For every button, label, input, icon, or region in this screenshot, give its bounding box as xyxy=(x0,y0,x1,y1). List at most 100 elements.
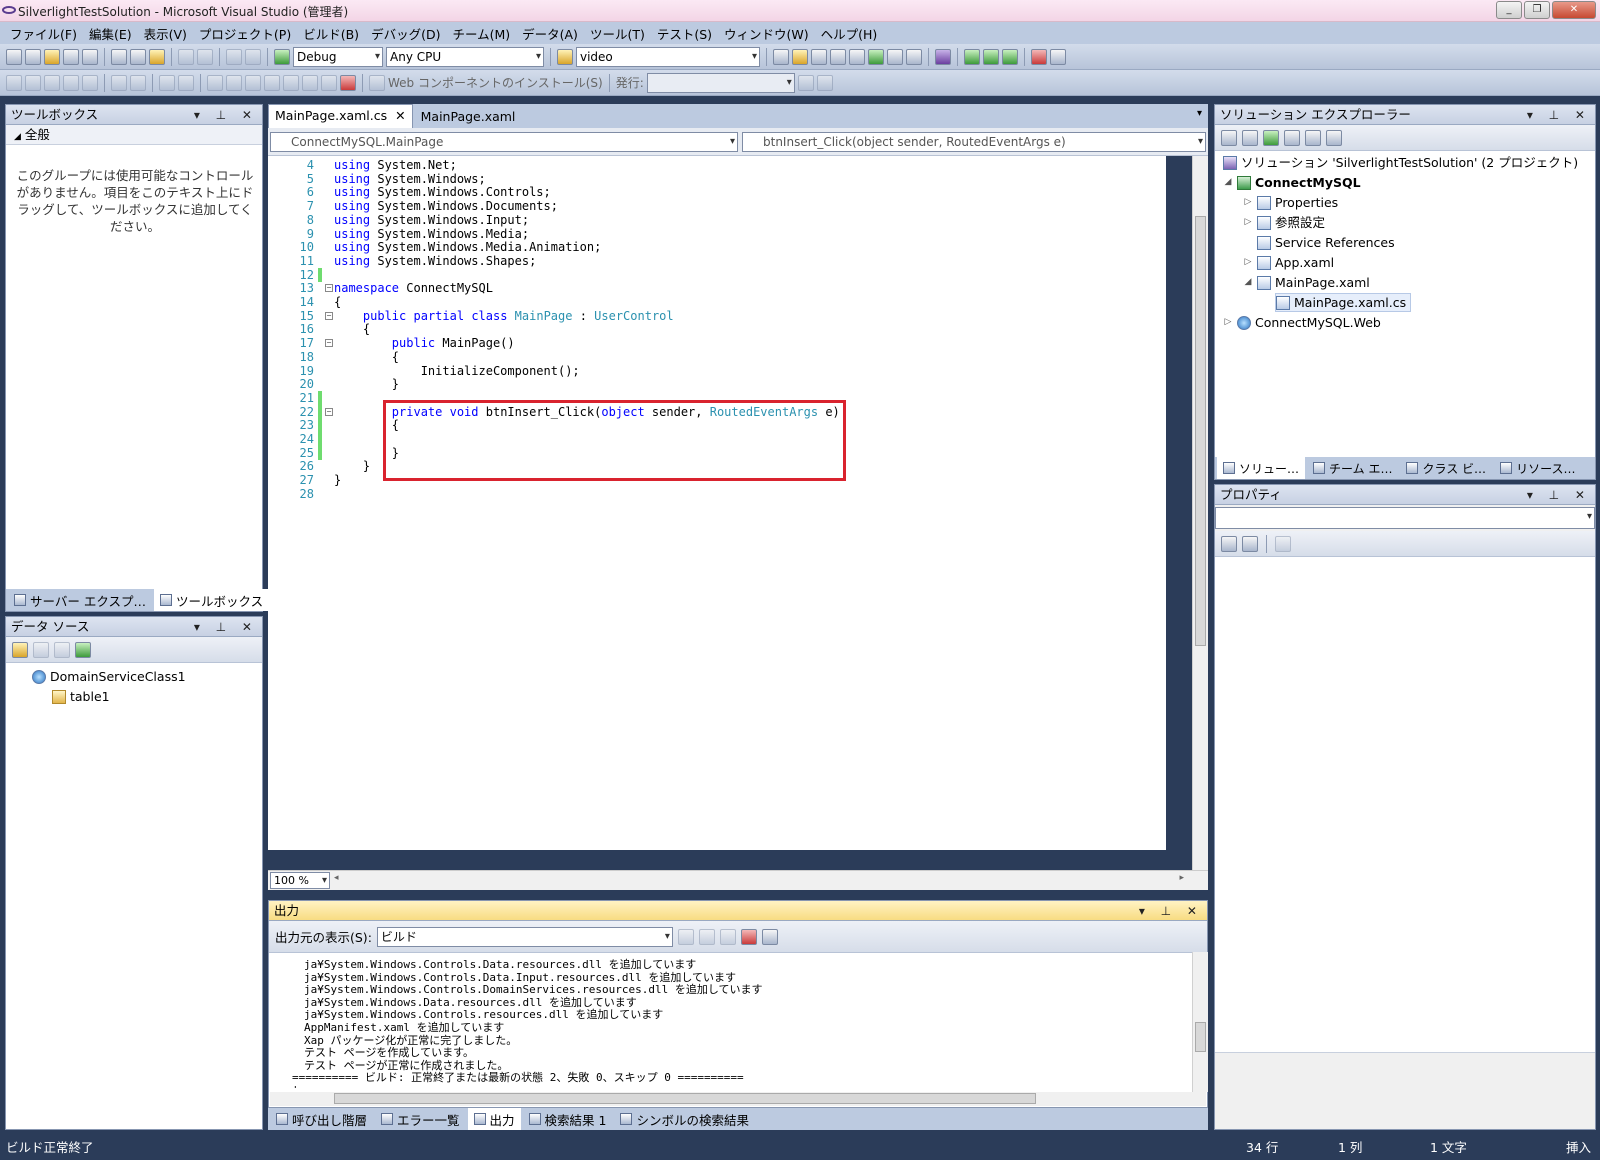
properties-icon[interactable] xyxy=(1221,129,1237,146)
toolbox-icon[interactable] xyxy=(830,48,846,65)
code-line[interactable]: 9 using System.Windows.Media; xyxy=(282,227,1166,241)
publish-web-icon[interactable] xyxy=(797,74,814,91)
tab-list-dropdown-icon[interactable]: ▾ xyxy=(1197,108,1202,119)
panel-controls[interactable]: ▾ ⊥ ✕ xyxy=(194,617,258,637)
navigate-forward-icon[interactable] xyxy=(245,48,261,65)
tab-solution-explorer[interactable]: ソリュー… xyxy=(1217,457,1306,479)
expand-arrow-icon[interactable]: ◢ xyxy=(1223,173,1233,192)
view-designer-icon[interactable] xyxy=(1305,129,1321,146)
refresh-data-icon[interactable] xyxy=(75,641,91,658)
tree-item-connectmysql[interactable]: ◢ ConnectMySQL xyxy=(1223,173,1361,192)
save-all-icon[interactable] xyxy=(82,48,98,65)
open-file-icon[interactable] xyxy=(44,48,60,65)
redo-icon[interactable] xyxy=(197,48,213,65)
tab-class-view[interactable]: クラス ビ… xyxy=(1400,457,1492,479)
menu-test[interactable]: テスト(S) xyxy=(651,24,718,43)
next-bookmark-doc-icon[interactable] xyxy=(321,74,337,91)
code-line[interactable]: 19 InitializeComponent(); xyxy=(282,364,1166,378)
output-vertical-scrollbar[interactable] xyxy=(1192,952,1208,1092)
tab-server-explorer[interactable]: サーバー エクスプ… xyxy=(8,589,152,611)
alphabetical-icon[interactable] xyxy=(1242,535,1258,552)
tools-icon[interactable] xyxy=(849,48,865,65)
code-line[interactable]: 11 using System.Windows.Shapes; xyxy=(282,254,1166,268)
edit-dataset-icon[interactable] xyxy=(33,641,49,658)
minimize-button[interactable]: _ xyxy=(1496,1,1522,19)
code-line[interactable]: 17 − public MainPage() xyxy=(282,336,1166,350)
tab-output[interactable]: 出力 xyxy=(467,1108,521,1130)
tab-resource-view[interactable]: リソース… xyxy=(1494,457,1581,479)
extension-manager-icon[interactable] xyxy=(887,48,903,65)
uncomment-icon[interactable] xyxy=(178,74,194,91)
code-line[interactable]: 28 xyxy=(282,487,1166,501)
code-line[interactable]: 18 { xyxy=(282,350,1166,364)
publish-profile-dropdown[interactable] xyxy=(646,72,795,93)
prev-bookmark-icon[interactable] xyxy=(226,74,242,91)
add-item-icon[interactable] xyxy=(25,48,41,65)
menu-data[interactable]: データ(A) xyxy=(516,24,584,43)
code-line[interactable]: 14 { xyxy=(282,295,1166,309)
tree-item-properties[interactable]: ▷ Properties xyxy=(1243,193,1339,212)
prev-bookmark-folder-icon[interactable] xyxy=(264,74,280,91)
tree-item-app-xaml[interactable]: ▷ App.xaml xyxy=(1243,253,1335,272)
scroll-left-icon[interactable]: ◂ xyxy=(334,873,339,883)
tree-item-connectmysql-web[interactable]: ▷ ConnectMySQL.Web xyxy=(1223,313,1381,332)
outline-collapse-icon[interactable]: − xyxy=(325,284,333,293)
outline-collapse-icon[interactable]: − xyxy=(325,407,333,416)
class-navigation-dropdown[interactable]: ConnectMySQL.MainPage xyxy=(270,132,738,152)
collapse-arrow-icon[interactable]: ▷ xyxy=(1243,193,1253,212)
debug-attach-icon[interactable] xyxy=(1002,48,1018,65)
categorized-icon[interactable] xyxy=(1221,535,1237,552)
menu-view[interactable]: 表示(V) xyxy=(138,24,193,43)
add-data-source-icon[interactable] xyxy=(12,641,28,658)
properties-window-icon[interactable] xyxy=(792,48,808,65)
output-scroll-thumb[interactable] xyxy=(1195,1022,1206,1052)
zoom-dropdown[interactable]: 100 % xyxy=(270,872,330,889)
outline-collapse-icon[interactable]: − xyxy=(325,339,333,348)
output-hscroll-thumb[interactable] xyxy=(334,1093,1036,1104)
comment-out-icon[interactable] xyxy=(159,74,175,91)
code-line[interactable]: 12 xyxy=(282,267,1166,282)
tab-find-results[interactable]: 検索結果 1 xyxy=(523,1108,613,1130)
tree-item-table1[interactable]: table1 xyxy=(52,687,110,706)
save-icon[interactable] xyxy=(63,48,79,65)
tree-item-domain-service[interactable]: DomainServiceClass1 xyxy=(32,667,186,686)
scroll-right-icon[interactable]: ▸ xyxy=(1179,873,1184,883)
menu-tools[interactable]: ツール(T) xyxy=(584,24,651,43)
toggle-word-wrap-icon[interactable] xyxy=(761,928,778,945)
member-navigation-dropdown[interactable]: btnInsert_Click(object sender, RoutedEve… xyxy=(742,132,1206,152)
menu-team[interactable]: チーム(M) xyxy=(446,24,516,43)
close-tab-icon[interactable]: ✕ xyxy=(395,108,405,125)
panel-controls[interactable]: ▾ ⊥ ✕ xyxy=(194,105,258,125)
clear-bookmarks-icon[interactable] xyxy=(340,74,356,91)
complete-word-icon[interactable] xyxy=(44,74,60,91)
debug-step-over-icon[interactable] xyxy=(983,48,999,65)
output-horizontal-scrollbar[interactable] xyxy=(270,1092,1206,1106)
panel-controls[interactable]: ▾ ⊥ ✕ xyxy=(1139,901,1203,921)
code-line[interactable]: 13 − namespace ConnectMySQL xyxy=(282,281,1166,295)
web-components-install-button[interactable]: Web コンポーネントのインストール(S) xyxy=(388,74,603,91)
tab-call-hierarchy[interactable]: 呼び出し階層 xyxy=(270,1108,373,1130)
find-combo[interactable]: video xyxy=(576,46,760,67)
scroll-thumb[interactable] xyxy=(1195,216,1206,646)
show-all-files-icon[interactable] xyxy=(1242,129,1258,146)
solution-explorer-icon[interactable] xyxy=(773,48,789,65)
menu-help[interactable]: ヘルプ(H) xyxy=(815,24,884,43)
cut-icon[interactable] xyxy=(111,48,127,65)
solution-platform-dropdown[interactable]: Any CPU xyxy=(386,46,544,67)
menu-file[interactable]: ファイル(F) xyxy=(4,24,83,43)
command-window-icon[interactable] xyxy=(906,48,922,65)
decrease-indent-icon[interactable] xyxy=(111,74,127,91)
expand-arrow-icon[interactable]: ◢ xyxy=(1243,273,1253,292)
refresh-icon[interactable] xyxy=(1263,129,1279,146)
menu-debug[interactable]: デバッグ(D) xyxy=(365,24,446,43)
class-diagram-icon[interactable] xyxy=(1326,129,1342,146)
code-line[interactable]: 5 using System.Windows; xyxy=(282,172,1166,186)
view-code-icon[interactable] xyxy=(1284,129,1300,146)
undo-icon[interactable] xyxy=(178,48,194,65)
next-bookmark-icon[interactable] xyxy=(245,74,261,91)
tree-item-service-references[interactable]: Service References xyxy=(1243,233,1395,252)
code-line[interactable]: 20 } xyxy=(282,377,1166,391)
tab-team-explorer[interactable]: チーム エ… xyxy=(1307,457,1398,479)
object-browser-icon[interactable] xyxy=(811,48,827,65)
parameter-info-icon[interactable] xyxy=(25,74,41,91)
